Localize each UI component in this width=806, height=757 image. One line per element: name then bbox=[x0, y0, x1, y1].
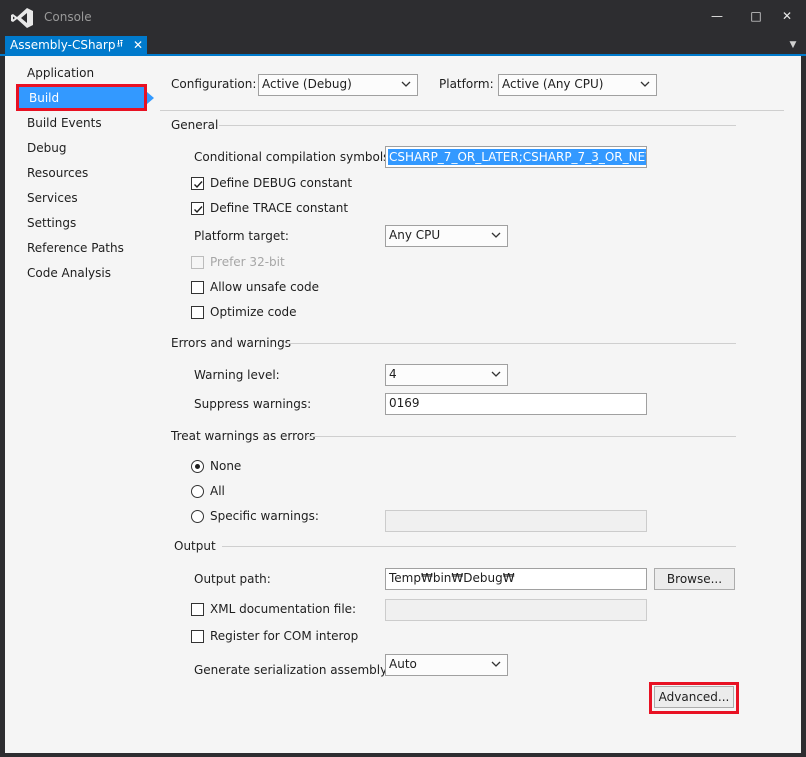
xml-doc-label: XML documentation file: bbox=[210, 602, 357, 616]
prefer-32bit-label: Prefer 32-bit bbox=[210, 255, 285, 269]
serialization-label: Generate serialization assembly: bbox=[194, 663, 391, 677]
platform-target-dropdown[interactable]: Any CPU bbox=[385, 225, 508, 247]
platform-target-value: Any CPU bbox=[389, 228, 441, 242]
define-trace-checkbox[interactable] bbox=[191, 202, 204, 215]
define-debug-checkbox[interactable] bbox=[191, 177, 204, 190]
xml-doc-input[interactable] bbox=[385, 599, 647, 621]
treat-all-radio[interactable] bbox=[191, 485, 204, 498]
allow-unsafe-checkbox[interactable] bbox=[191, 281, 204, 294]
chevron-down-icon bbox=[491, 661, 501, 667]
visual-studio-logo-icon bbox=[10, 7, 34, 29]
symbols-value: CSHARP_7_OR_LATER;CSHARP_7_3_OR_NEWER bbox=[388, 149, 646, 165]
selected-arrow-icon bbox=[147, 92, 154, 104]
section-errors-title: Errors and warnings bbox=[171, 336, 292, 350]
chevron-down-icon bbox=[491, 232, 501, 238]
platform-label: Platform: bbox=[439, 77, 494, 91]
sidebar-item-application[interactable]: Application bbox=[27, 63, 94, 83]
configuration-dropdown[interactable]: Active (Debug) bbox=[258, 74, 418, 96]
suppress-warnings-value: 0169 bbox=[389, 396, 420, 410]
header-divider bbox=[160, 110, 784, 111]
output-path-value: Temp₩bin₩Debug₩ bbox=[389, 571, 515, 585]
warning-level-label: Warning level: bbox=[194, 368, 280, 382]
optimize-label: Optimize code bbox=[210, 305, 297, 319]
pin-icon[interactable]: ⭿ bbox=[113, 38, 127, 52]
symbols-input[interactable]: CSHARP_7_OR_LATER;CSHARP_7_3_OR_NEWER bbox=[385, 146, 647, 168]
define-trace-label: Define TRACE constant bbox=[210, 201, 349, 215]
minimize-button[interactable]: — bbox=[706, 7, 728, 25]
serialization-dropdown[interactable]: Auto bbox=[385, 654, 508, 676]
define-debug-label: Define DEBUG constant bbox=[210, 176, 353, 190]
advanced-button[interactable]: Advanced... bbox=[654, 686, 734, 708]
sidebar-item-build-events[interactable]: Build Events bbox=[27, 113, 102, 133]
serialization-value: Auto bbox=[389, 657, 417, 671]
browse-button[interactable]: Browse... bbox=[654, 568, 735, 590]
warning-level-value: 4 bbox=[389, 367, 397, 381]
treat-none-radio[interactable] bbox=[191, 460, 204, 473]
checkmark-icon bbox=[194, 206, 203, 214]
com-interop-checkbox[interactable] bbox=[191, 630, 204, 643]
treat-none-label: None bbox=[210, 459, 242, 473]
symbols-label: Conditional compilation symbols: bbox=[194, 150, 394, 164]
chevron-down-icon bbox=[491, 371, 501, 377]
configuration-value: Active (Debug) bbox=[262, 77, 352, 91]
suppress-warnings-input[interactable]: 0169 bbox=[385, 393, 647, 415]
sidebar-item-services[interactable]: Services bbox=[27, 188, 78, 208]
warning-level-dropdown[interactable]: 4 bbox=[385, 364, 508, 386]
chevron-down-icon bbox=[401, 81, 411, 87]
prefer-32bit-checkbox[interactable] bbox=[191, 256, 204, 269]
xml-doc-checkbox[interactable] bbox=[191, 603, 204, 616]
output-path-label: Output path: bbox=[194, 572, 271, 586]
specific-warnings-input[interactable] bbox=[385, 510, 647, 532]
sidebar-item-build[interactable]: Build bbox=[16, 84, 147, 111]
radio-selected-dot bbox=[195, 464, 200, 469]
sidebar-item-settings[interactable]: Settings bbox=[27, 213, 76, 233]
section-treat-title: Treat warnings as errors bbox=[171, 429, 316, 443]
close-window-button[interactable]: ✕ bbox=[776, 7, 798, 25]
platform-value: Active (Any CPU) bbox=[502, 77, 604, 91]
treat-specific-radio[interactable] bbox=[191, 510, 204, 523]
section-divider bbox=[222, 546, 736, 547]
section-general-title: General bbox=[171, 118, 219, 132]
sidebar-item-debug[interactable]: Debug bbox=[27, 138, 66, 158]
section-divider bbox=[219, 125, 736, 126]
tab-label: Assembly-CSharp bbox=[10, 38, 116, 52]
output-path-input[interactable]: Temp₩bin₩Debug₩ bbox=[385, 568, 647, 590]
configuration-label: Configuration: bbox=[171, 77, 257, 91]
chevron-down-icon bbox=[640, 81, 650, 87]
sidebar-item-label: Build bbox=[29, 91, 60, 105]
checkmark-icon bbox=[194, 181, 203, 189]
section-output-title: Output bbox=[174, 539, 216, 553]
platform-target-label: Platform target: bbox=[194, 229, 289, 243]
allow-unsafe-label: Allow unsafe code bbox=[210, 280, 320, 294]
title-bar bbox=[0, 0, 806, 35]
window-title: Console bbox=[44, 10, 92, 24]
sidebar-item-reference-paths[interactable]: Reference Paths bbox=[27, 238, 124, 258]
tab-dropdown-icon[interactable]: ▼ bbox=[786, 38, 800, 52]
close-icon[interactable]: ✕ bbox=[131, 37, 145, 53]
treat-specific-label: Specific warnings: bbox=[210, 509, 319, 523]
suppress-warnings-label: Suppress warnings: bbox=[194, 397, 312, 411]
platform-dropdown[interactable]: Active (Any CPU) bbox=[498, 74, 657, 96]
sidebar-item-resources[interactable]: Resources bbox=[27, 163, 88, 183]
tab-assembly-csharp[interactable]: Assembly-CSharp ⭿ ✕ bbox=[5, 36, 147, 56]
section-divider bbox=[306, 436, 736, 437]
com-interop-label: Register for COM interop bbox=[210, 629, 359, 643]
section-divider bbox=[286, 343, 736, 344]
maximize-button[interactable]: □ bbox=[745, 7, 767, 25]
optimize-checkbox[interactable] bbox=[191, 306, 204, 319]
treat-all-label: All bbox=[210, 484, 225, 498]
sidebar-item-code-analysis[interactable]: Code Analysis bbox=[27, 263, 111, 283]
